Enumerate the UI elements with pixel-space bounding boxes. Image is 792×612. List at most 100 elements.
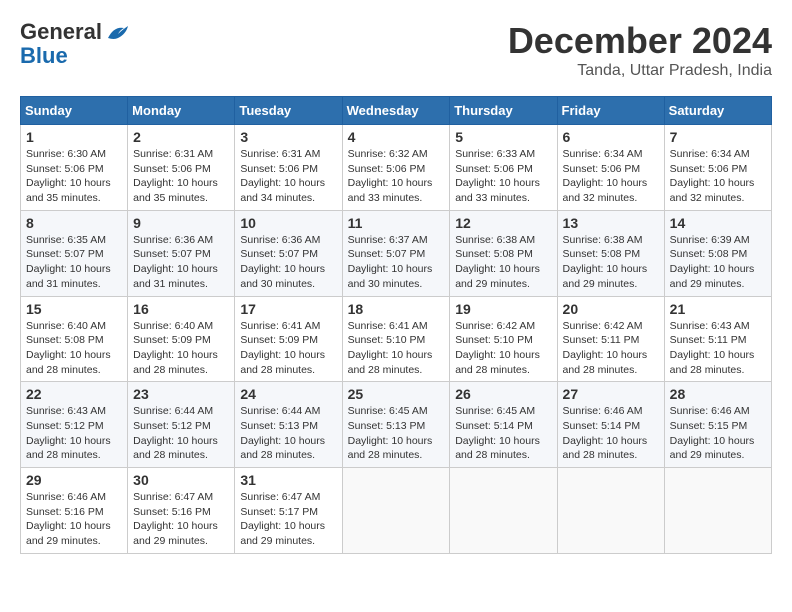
day-info: Sunrise: 6:43 AM Sunset: 5:12 PM Dayligh… xyxy=(26,404,122,463)
logo-text: General Blue xyxy=(20,20,132,68)
day-number: 13 xyxy=(563,215,659,231)
day-number: 4 xyxy=(348,129,445,145)
day-number: 19 xyxy=(455,301,551,317)
calendar-cell: 9 Sunrise: 6:36 AM Sunset: 5:07 PM Dayli… xyxy=(128,210,235,296)
calendar-cell: 23 Sunrise: 6:44 AM Sunset: 5:12 PM Dayl… xyxy=(128,382,235,468)
calendar-cell: 16 Sunrise: 6:40 AM Sunset: 5:09 PM Dayl… xyxy=(128,296,235,382)
calendar-cell: 6 Sunrise: 6:34 AM Sunset: 5:06 PM Dayli… xyxy=(557,125,664,211)
day-number: 21 xyxy=(670,301,766,317)
day-number: 2 xyxy=(133,129,229,145)
day-info: Sunrise: 6:38 AM Sunset: 5:08 PM Dayligh… xyxy=(455,233,551,292)
day-info: Sunrise: 6:34 AM Sunset: 5:06 PM Dayligh… xyxy=(563,147,659,206)
calendar-cell: 18 Sunrise: 6:41 AM Sunset: 5:10 PM Dayl… xyxy=(342,296,450,382)
calendar-cell: 11 Sunrise: 6:37 AM Sunset: 5:07 PM Dayl… xyxy=(342,210,450,296)
day-number: 20 xyxy=(563,301,659,317)
calendar-cell: 22 Sunrise: 6:43 AM Sunset: 5:12 PM Dayl… xyxy=(21,382,128,468)
weekday-header-sunday: Sunday xyxy=(21,97,128,125)
calendar-cell: 12 Sunrise: 6:38 AM Sunset: 5:08 PM Dayl… xyxy=(450,210,557,296)
day-info: Sunrise: 6:36 AM Sunset: 5:07 PM Dayligh… xyxy=(240,233,336,292)
week-row-3: 15 Sunrise: 6:40 AM Sunset: 5:08 PM Dayl… xyxy=(21,296,772,382)
day-number: 30 xyxy=(133,472,229,488)
week-row-1: 1 Sunrise: 6:30 AM Sunset: 5:06 PM Dayli… xyxy=(21,125,772,211)
calendar-cell: 2 Sunrise: 6:31 AM Sunset: 5:06 PM Dayli… xyxy=(128,125,235,211)
weekday-header-friday: Friday xyxy=(557,97,664,125)
day-info: Sunrise: 6:38 AM Sunset: 5:08 PM Dayligh… xyxy=(563,233,659,292)
day-info: Sunrise: 6:44 AM Sunset: 5:13 PM Dayligh… xyxy=(240,404,336,463)
day-number: 26 xyxy=(455,386,551,402)
day-info: Sunrise: 6:40 AM Sunset: 5:09 PM Dayligh… xyxy=(133,319,229,378)
calendar-cell: 17 Sunrise: 6:41 AM Sunset: 5:09 PM Dayl… xyxy=(235,296,342,382)
day-info: Sunrise: 6:33 AM Sunset: 5:06 PM Dayligh… xyxy=(455,147,551,206)
calendar-cell: 24 Sunrise: 6:44 AM Sunset: 5:13 PM Dayl… xyxy=(235,382,342,468)
calendar-cell xyxy=(450,468,557,554)
day-info: Sunrise: 6:45 AM Sunset: 5:13 PM Dayligh… xyxy=(348,404,445,463)
week-row-5: 29 Sunrise: 6:46 AM Sunset: 5:16 PM Dayl… xyxy=(21,468,772,554)
day-number: 5 xyxy=(455,129,551,145)
calendar-cell: 30 Sunrise: 6:47 AM Sunset: 5:16 PM Dayl… xyxy=(128,468,235,554)
calendar-cell xyxy=(557,468,664,554)
day-info: Sunrise: 6:34 AM Sunset: 5:06 PM Dayligh… xyxy=(670,147,766,206)
weekday-header-wednesday: Wednesday xyxy=(342,97,450,125)
day-info: Sunrise: 6:30 AM Sunset: 5:06 PM Dayligh… xyxy=(26,147,122,206)
calendar-cell: 15 Sunrise: 6:40 AM Sunset: 5:08 PM Dayl… xyxy=(21,296,128,382)
day-number: 18 xyxy=(348,301,445,317)
day-number: 6 xyxy=(563,129,659,145)
day-info: Sunrise: 6:46 AM Sunset: 5:15 PM Dayligh… xyxy=(670,404,766,463)
calendar-cell: 14 Sunrise: 6:39 AM Sunset: 5:08 PM Dayl… xyxy=(664,210,771,296)
logo-blue: Blue xyxy=(20,43,68,68)
day-number: 22 xyxy=(26,386,122,402)
day-number: 7 xyxy=(670,129,766,145)
week-row-4: 22 Sunrise: 6:43 AM Sunset: 5:12 PM Dayl… xyxy=(21,382,772,468)
day-number: 9 xyxy=(133,215,229,231)
day-number: 24 xyxy=(240,386,336,402)
calendar-cell: 29 Sunrise: 6:46 AM Sunset: 5:16 PM Dayl… xyxy=(21,468,128,554)
calendar-cell: 10 Sunrise: 6:36 AM Sunset: 5:07 PM Dayl… xyxy=(235,210,342,296)
day-number: 17 xyxy=(240,301,336,317)
calendar-cell: 28 Sunrise: 6:46 AM Sunset: 5:15 PM Dayl… xyxy=(664,382,771,468)
day-number: 8 xyxy=(26,215,122,231)
day-number: 31 xyxy=(240,472,336,488)
page-header: General Blue December 2024 Tanda, Uttar … xyxy=(20,20,772,80)
calendar-table: SundayMondayTuesdayWednesdayThursdayFrid… xyxy=(20,96,772,554)
calendar-cell: 31 Sunrise: 6:47 AM Sunset: 5:17 PM Dayl… xyxy=(235,468,342,554)
day-info: Sunrise: 6:39 AM Sunset: 5:08 PM Dayligh… xyxy=(670,233,766,292)
day-info: Sunrise: 6:32 AM Sunset: 5:06 PM Dayligh… xyxy=(348,147,445,206)
day-info: Sunrise: 6:42 AM Sunset: 5:10 PM Dayligh… xyxy=(455,319,551,378)
day-number: 27 xyxy=(563,386,659,402)
day-info: Sunrise: 6:41 AM Sunset: 5:09 PM Dayligh… xyxy=(240,319,336,378)
calendar-cell: 25 Sunrise: 6:45 AM Sunset: 5:13 PM Dayl… xyxy=(342,382,450,468)
day-number: 28 xyxy=(670,386,766,402)
calendar-cell: 19 Sunrise: 6:42 AM Sunset: 5:10 PM Dayl… xyxy=(450,296,557,382)
calendar-cell: 21 Sunrise: 6:43 AM Sunset: 5:11 PM Dayl… xyxy=(664,296,771,382)
calendar-cell xyxy=(342,468,450,554)
calendar-cell: 1 Sunrise: 6:30 AM Sunset: 5:06 PM Dayli… xyxy=(21,125,128,211)
day-info: Sunrise: 6:40 AM Sunset: 5:08 PM Dayligh… xyxy=(26,319,122,378)
day-number: 25 xyxy=(348,386,445,402)
day-info: Sunrise: 6:43 AM Sunset: 5:11 PM Dayligh… xyxy=(670,319,766,378)
weekday-header-tuesday: Tuesday xyxy=(235,97,342,125)
calendar-cell: 3 Sunrise: 6:31 AM Sunset: 5:06 PM Dayli… xyxy=(235,125,342,211)
day-number: 10 xyxy=(240,215,336,231)
calendar-cell: 20 Sunrise: 6:42 AM Sunset: 5:11 PM Dayl… xyxy=(557,296,664,382)
logo: General Blue xyxy=(20,20,132,68)
day-number: 29 xyxy=(26,472,122,488)
day-number: 11 xyxy=(348,215,445,231)
day-info: Sunrise: 6:41 AM Sunset: 5:10 PM Dayligh… xyxy=(348,319,445,378)
week-row-2: 8 Sunrise: 6:35 AM Sunset: 5:07 PM Dayli… xyxy=(21,210,772,296)
weekday-header-thursday: Thursday xyxy=(450,97,557,125)
calendar-cell: 27 Sunrise: 6:46 AM Sunset: 5:14 PM Dayl… xyxy=(557,382,664,468)
weekday-header-saturday: Saturday xyxy=(664,97,771,125)
day-info: Sunrise: 6:42 AM Sunset: 5:11 PM Dayligh… xyxy=(563,319,659,378)
day-number: 23 xyxy=(133,386,229,402)
day-info: Sunrise: 6:35 AM Sunset: 5:07 PM Dayligh… xyxy=(26,233,122,292)
day-info: Sunrise: 6:47 AM Sunset: 5:16 PM Dayligh… xyxy=(133,490,229,549)
location-text: Tanda, Uttar Pradesh, India xyxy=(508,62,772,80)
calendar-cell: 8 Sunrise: 6:35 AM Sunset: 5:07 PM Dayli… xyxy=(21,210,128,296)
day-number: 12 xyxy=(455,215,551,231)
calendar-cell: 7 Sunrise: 6:34 AM Sunset: 5:06 PM Dayli… xyxy=(664,125,771,211)
day-number: 16 xyxy=(133,301,229,317)
day-info: Sunrise: 6:37 AM Sunset: 5:07 PM Dayligh… xyxy=(348,233,445,292)
calendar-cell: 4 Sunrise: 6:32 AM Sunset: 5:06 PM Dayli… xyxy=(342,125,450,211)
calendar-cell xyxy=(664,468,771,554)
day-info: Sunrise: 6:31 AM Sunset: 5:06 PM Dayligh… xyxy=(240,147,336,206)
